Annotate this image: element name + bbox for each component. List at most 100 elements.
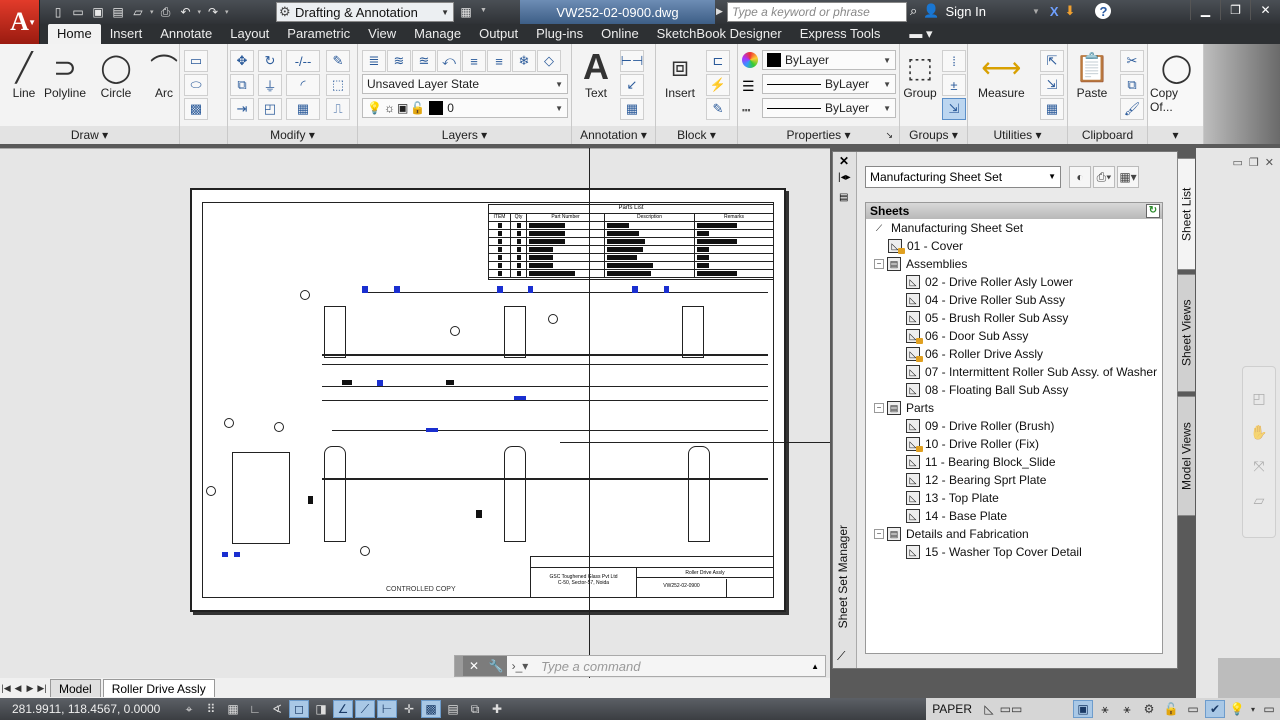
snap-mode-icon[interactable]: ⠿ <box>201 700 221 718</box>
tab-home[interactable]: Home <box>48 24 101 44</box>
collapse-icon[interactable]: − <box>874 403 884 413</box>
application-menu-button[interactable]: A ▼ <box>0 0 40 44</box>
close-icon[interactable]: ✕ <box>839 154 849 168</box>
publish-to-dwf-icon[interactable]: ◐ <box>1069 166 1091 188</box>
grip-handle[interactable] <box>455 656 463 676</box>
polyline-button[interactable]: ⊃ Polyline <box>44 48 86 101</box>
tree-sheet[interactable]: ◺ 11 - Bearing Block_Slide <box>866 453 1162 471</box>
edit-block-icon[interactable]: ⚡ <box>706 74 730 96</box>
tab-model-views[interactable]: Model Views <box>1177 396 1195 516</box>
tab-sheet-list[interactable]: Sheet List <box>1177 158 1195 270</box>
panel-title-layers[interactable]: Layers ▾ <box>358 126 571 144</box>
panel-title-modify[interactable]: Modify ▾ <box>228 126 357 144</box>
restore-drawing-button[interactable]: ❐ <box>1249 156 1259 169</box>
osnap-icon[interactable]: ◻ <box>289 700 309 718</box>
tree-subset[interactable]: − ▤ Assemblies <box>866 255 1162 273</box>
color-dropdown[interactable]: ByLayer ▼ <box>762 50 896 70</box>
tree-sheet[interactable]: ◺ 15 - Washer Top Cover Detail <box>866 543 1162 561</box>
layer-state-dropdown[interactable]: Unsaved Layer State ▼ <box>362 74 568 94</box>
auto-scale-icon[interactable]: ⚹ <box>1117 700 1137 718</box>
tab-sheet-views[interactable]: Sheet Views <box>1177 274 1195 392</box>
sign-in-area[interactable]: ⌕ 👤 Sign In ▼ X ⬇ ? <box>910 3 1112 19</box>
tab-annotate[interactable]: Annotate <box>151 24 221 44</box>
insert-button[interactable]: ⧈ Insert <box>662 48 698 101</box>
tab-online[interactable]: Online <box>592 24 648 44</box>
open-icon[interactable]: ▭ <box>70 4 86 20</box>
linetype-dropdown[interactable]: ByLayer ▼ <box>762 98 896 118</box>
grid-icon[interactable]: ▦ <box>223 700 243 718</box>
select-similar-icon[interactable]: ⇲ <box>1040 74 1064 96</box>
circle-button[interactable]: ◯ Circle <box>98 48 134 101</box>
collapse-icon[interactable]: − <box>874 259 884 269</box>
workspace-switching-icon[interactable]: ⚙ <box>1139 700 1159 718</box>
create-block-icon[interactable]: ⊏ <box>706 50 730 72</box>
dynamic-input-icon[interactable]: ⊢ <box>377 700 397 718</box>
quick-view-layouts-icon[interactable]: ◺ <box>979 700 999 718</box>
ungroup-icon[interactable]: ⁞ <box>942 50 966 72</box>
tree-sheet[interactable]: ◺ 12 - Bearing Sprt Plate <box>866 471 1162 489</box>
bulb-icon[interactable]: 💡 <box>1227 700 1247 718</box>
tree-sheet[interactable]: ◺ 02 - Drive Roller Asly Lower <box>866 273 1162 291</box>
binoculars-icon[interactable]: ⌕ <box>910 3 917 19</box>
command-input[interactable]: Type a command <box>533 659 811 674</box>
collapse-icon[interactable]: − <box>874 529 884 539</box>
paste-button[interactable]: 📋 Paste <box>1074 48 1110 101</box>
infer-constraints-icon[interactable]: ⌖ <box>179 700 199 718</box>
sheet-set-dropdown[interactable]: Manufacturing Sheet Set ▼ <box>865 166 1061 188</box>
orbit-icon[interactable]: ▱ <box>1243 483 1275 517</box>
rotate-icon[interactable]: ↻ <box>258 50 282 72</box>
plot-icon[interactable]: ⎙ <box>158 4 174 20</box>
workspace-dropdown[interactable]: ⚙ Drafting & Annotation ▼ <box>276 2 454 22</box>
mirror-icon[interactable]: ⏚ <box>258 74 282 96</box>
expand-search-icon[interactable]: ▶ <box>716 6 723 17</box>
otrack-icon[interactable]: ∠ <box>333 700 353 718</box>
tab-manage[interactable]: Manage <box>405 24 470 44</box>
lineweight-dropdown[interactable]: ByLayer ▼ <box>762 74 896 94</box>
hardware-acceleration-icon[interactable]: ▭ <box>1183 700 1203 718</box>
command-prompt-icon[interactable]: ›_▾ <box>507 659 533 673</box>
sheet-selections-icon[interactable]: ▦▾ <box>1117 166 1139 188</box>
first-tab-icon[interactable]: |◀ <box>0 683 12 694</box>
copy-clip-icon[interactable]: ⧉ <box>1120 74 1144 96</box>
copy-icon[interactable]: ⧉ <box>230 74 254 96</box>
make-current-icon[interactable]: ≋ <box>387 50 411 72</box>
drawing-canvas[interactable]: Parts List ITEM Qty Part Number Descript… <box>0 148 830 678</box>
panel-title-groups[interactable]: Groups ▾ <box>900 126 967 144</box>
text-button[interactable]: A Text <box>578 46 614 100</box>
tab-plugins[interactable]: Plug-ins <box>527 24 592 44</box>
tab-roller-drive-assly[interactable]: Roller Drive Assly <box>102 679 215 697</box>
measure-button[interactable]: ⟷ Measure <box>978 48 1025 101</box>
group-edit-icon[interactable]: ± <box>942 74 966 96</box>
annotation-monitor-icon[interactable]: ✚ <box>487 700 507 718</box>
tree-sheet[interactable]: ◺ 01 - Cover <box>866 237 1162 255</box>
tab-parametric[interactable]: Parametric <box>278 24 359 44</box>
panel-title-utilities[interactable]: Utilities ▾ <box>968 126 1067 144</box>
status-menu-icon[interactable]: ▾ <box>1248 705 1258 714</box>
tab-output[interactable]: Output <box>470 24 527 44</box>
last-tab-icon[interactable]: ▶| <box>36 683 48 694</box>
hatch-icon[interactable]: ▩ <box>184 98 208 120</box>
tree-sheet[interactable]: ◺ 06 - Roller Drive Assly <box>866 345 1162 363</box>
tab-layout[interactable]: Layout <box>221 24 278 44</box>
line-button[interactable]: ╱ Line <box>6 48 42 101</box>
palette-title-strip[interactable]: ✕ |◂▸ ▤ Sheet Set Manager ⟋ <box>833 152 857 668</box>
layer-isolate-icon[interactable]: ≡ <box>462 50 486 72</box>
redo-icon[interactable]: ↷ <box>205 4 221 20</box>
match-properties-icon[interactable]: 🖌 <box>1120 98 1144 120</box>
trim-icon[interactable]: -/-- <box>286 50 320 72</box>
customize-qat-icon[interactable]: ▼ <box>480 7 487 14</box>
isolate-objects-icon[interactable]: ✔ <box>1204 700 1225 718</box>
polar-icon[interactable]: ∢ <box>267 700 287 718</box>
toolbar-lock-icon[interactable]: 🔓 <box>1161 700 1181 718</box>
layer-dropdown[interactable]: 💡 ☼ ▣ 🔓 0 ▼ <box>362 98 568 118</box>
offset-icon[interactable]: ⎍ <box>326 98 350 120</box>
previous-layer-icon[interactable]: ⤺ <box>437 50 461 72</box>
ribbon-minimize-toggle[interactable]: ▬ ▾ <box>889 24 941 44</box>
minimize-drawing-button[interactable]: ▭ <box>1233 156 1243 169</box>
scale-icon[interactable]: ◰ <box>258 98 282 120</box>
save-as-icon[interactable]: ▤ <box>110 4 126 20</box>
exchange-icon[interactable]: X <box>1050 4 1059 19</box>
tab-express-tools[interactable]: Express Tools <box>791 24 890 44</box>
ortho-icon[interactable]: ∟ <box>245 700 265 718</box>
array-icon[interactable]: ▦ <box>286 98 320 120</box>
